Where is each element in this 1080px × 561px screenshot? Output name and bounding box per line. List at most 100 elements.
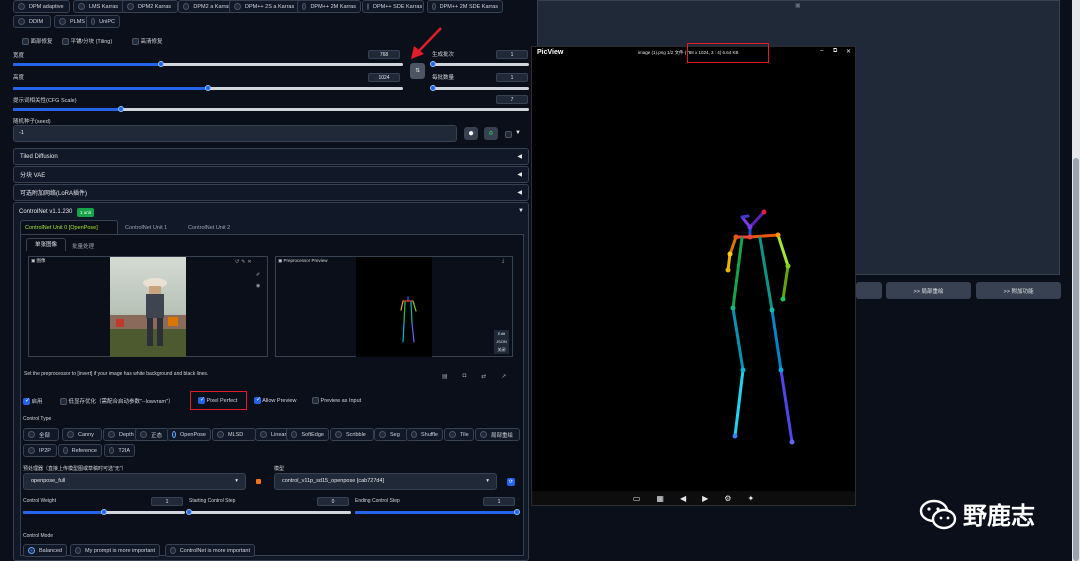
- radio-button[interactable]: [335, 431, 342, 438]
- json-button[interactable]: JSON: [494, 338, 509, 346]
- sampler-option-4[interactable]: DPM++ 2S a Karras: [229, 0, 303, 13]
- next-icon[interactable]: ▶: [702, 494, 708, 503]
- sampler-option-b-2[interactable]: UniPC: [86, 15, 120, 28]
- hires-option[interactable]: 高清修复: [132, 37, 163, 46]
- control-type-9[interactable]: Seg: [374, 428, 408, 441]
- close-icon[interactable]: ✕: [247, 259, 251, 265]
- seed-input[interactable]: -1: [13, 125, 457, 142]
- tab-single-image[interactable]: 单张图像: [26, 238, 66, 251]
- radio-button[interactable]: [78, 3, 85, 10]
- scrollbar-thumb[interactable]: [1073, 158, 1079, 561]
- magic-wand-icon[interactable]: ✦: [747, 494, 754, 503]
- slider-handle[interactable]: [205, 85, 211, 91]
- edit-pose-button[interactable]: Edit: [494, 330, 509, 338]
- control-type-4[interactable]: OpenPose: [167, 428, 211, 441]
- cfg-slider[interactable]: [13, 106, 529, 112]
- batch-count-slider[interactable]: [430, 61, 529, 67]
- tiling-checkbox[interactable]: [62, 38, 69, 46]
- hires-checkbox[interactable]: [132, 38, 139, 46]
- preprocessor-select[interactable]: openpose_full ▾: [23, 473, 246, 490]
- control-type-5[interactable]: MLSD: [212, 428, 256, 441]
- tab-unit-2[interactable]: ControlNet Unit 2: [188, 225, 230, 231]
- control-type-3[interactable]: 正态: [135, 428, 169, 441]
- sampler-option-1[interactable]: LMS Karras: [73, 0, 129, 13]
- radio-button[interactable]: [140, 431, 147, 438]
- width-slider[interactable]: [13, 61, 403, 67]
- radio-button[interactable]: [260, 431, 267, 438]
- previous-icon[interactable]: ◀: [680, 494, 686, 503]
- tab-unit-1[interactable]: ControlNet Unit 1: [125, 225, 167, 231]
- gallery-icon[interactable]: ▦: [656, 494, 664, 503]
- radio-button[interactable]: [67, 431, 74, 438]
- sampler-option-5[interactable]: DPM++ 2M Karras: [297, 0, 361, 13]
- tab-batch[interactable]: 批量处理: [72, 242, 94, 250]
- control-type-7[interactable]: SoftEdge: [286, 428, 329, 441]
- radio-button[interactable]: [449, 431, 456, 438]
- sampler-option-6[interactable]: DPM++ SDE Karras: [362, 0, 424, 13]
- enable-checkbox[interactable]: [23, 398, 30, 406]
- radio-button[interactable]: [170, 547, 176, 554]
- batch-size-input[interactable]: 1: [496, 73, 528, 82]
- slider-handle[interactable]: [430, 85, 436, 91]
- sampler-option-7[interactable]: DPM++ 2M SDE Karras: [427, 0, 503, 13]
- radio-button[interactable]: [183, 3, 190, 10]
- control-type-b-0[interactable]: IP2P: [23, 444, 57, 457]
- ending-step-input[interactable]: 1: [483, 497, 515, 506]
- starting-step-slider[interactable]: [186, 509, 351, 515]
- dice-button[interactable]: ⬢: [464, 127, 478, 140]
- radio-button[interactable]: [480, 431, 487, 438]
- sampler-option-b-1[interactable]: PLMS: [54, 15, 90, 28]
- radio-button[interactable]: [18, 18, 25, 25]
- camera-icon[interactable]: ◉: [256, 283, 260, 289]
- controlnet-title[interactable]: ControlNet v1.1.230: [19, 209, 72, 215]
- gear-icon[interactable]: ⚙: [724, 494, 731, 503]
- radio-button[interactable]: [28, 447, 35, 454]
- face-restore-option[interactable]: 面部修复: [22, 37, 53, 46]
- lora-accordion[interactable]: 可选附加网络(LoRA插件) ◀: [13, 184, 529, 201]
- radio-button[interactable]: [63, 447, 68, 454]
- tiled-vae-accordion[interactable]: 分块 VAE ◀: [13, 166, 529, 183]
- scrollbar[interactable]: [1072, 0, 1080, 561]
- sampler-option-b-0[interactable]: DDIM: [13, 15, 51, 28]
- tiling-option[interactable]: 平铺/分块 (Tiling): [62, 37, 112, 46]
- document-icon[interactable]: ▤: [442, 373, 448, 380]
- enable-option[interactable]: 启用: [23, 397, 43, 406]
- run-preprocessor-icon[interactable]: [256, 479, 261, 484]
- control-mode-2[interactable]: ControlNet is more important: [165, 544, 255, 557]
- control-weight-input[interactable]: 1: [151, 497, 183, 506]
- control-type-0[interactable]: 全部: [23, 428, 59, 441]
- radio-button[interactable]: [109, 447, 115, 454]
- swap-dimensions-button[interactable]: ⇅: [410, 63, 425, 79]
- radio-button[interactable]: [18, 3, 25, 10]
- slider-handle[interactable]: [118, 106, 125, 112]
- close-icon[interactable]: ✕: [846, 48, 851, 55]
- preview-as-input-option[interactable]: Preview as Input: [312, 397, 361, 404]
- recycle-button[interactable]: ♻: [484, 127, 498, 140]
- send-to-inpaint-button[interactable]: >> 局部重绘: [886, 282, 971, 299]
- radio-button[interactable]: [367, 3, 369, 10]
- radio-button[interactable]: [291, 431, 298, 438]
- undo-icon[interactable]: ↺: [235, 259, 239, 265]
- width-input[interactable]: 768: [368, 50, 400, 59]
- height-input[interactable]: 1024: [368, 73, 400, 82]
- radio-button[interactable]: [432, 3, 436, 10]
- control-type-8[interactable]: Scribble: [330, 428, 374, 441]
- swap-icon[interactable]: ⇄: [481, 373, 486, 380]
- radio-button[interactable]: [91, 18, 96, 25]
- height-slider[interactable]: [13, 85, 403, 91]
- radio-button[interactable]: [108, 431, 115, 438]
- sampler-option-3[interactable]: DPM2 a Karras: [178, 0, 236, 13]
- folder-icon[interactable]: ▭: [633, 494, 641, 503]
- slider-handle[interactable]: [101, 509, 107, 515]
- lowvram-checkbox[interactable]: [60, 398, 67, 406]
- slider-handle[interactable]: [186, 509, 192, 515]
- radio-button[interactable]: [217, 431, 224, 438]
- control-type-1[interactable]: Canny: [62, 428, 102, 441]
- slider-handle[interactable]: [430, 61, 436, 67]
- model-select[interactable]: control_v11p_sd15_openpose [cab727d4] ▾: [274, 473, 497, 490]
- slider-handle[interactable]: [158, 61, 165, 67]
- radio-button[interactable]: [411, 431, 417, 438]
- radio-button[interactable]: [234, 3, 241, 10]
- minimize-icon[interactable]: –: [820, 48, 823, 54]
- send-button[interactable]: [856, 282, 882, 299]
